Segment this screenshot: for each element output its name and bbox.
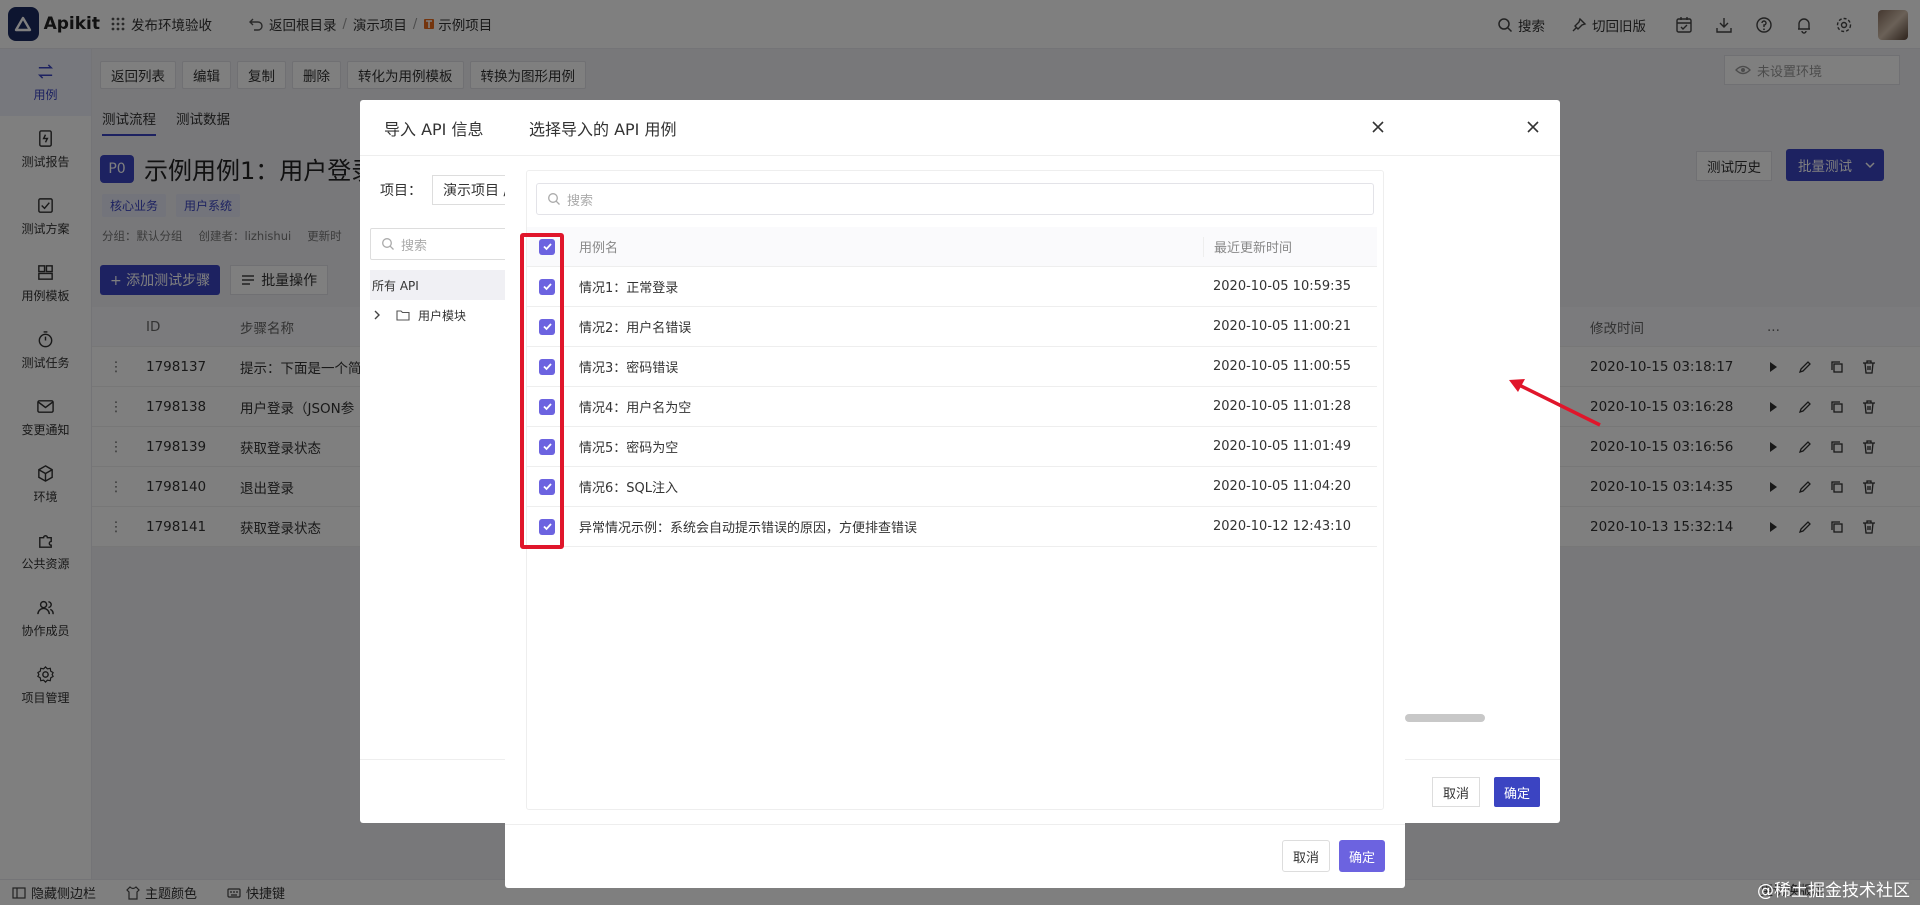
table-header: 用例名 最近更新时间: [527, 227, 1377, 267]
case-name: 情况6：SQL注入: [579, 481, 678, 496]
tree-item-user-module[interactable]: 用户模块: [370, 300, 520, 330]
col-case-name: 用例名: [579, 241, 619, 256]
case-update-time: 2020-10-05 11:00:55: [1213, 359, 1352, 374]
confirm-button[interactable]: 确定: [1493, 777, 1540, 807]
project-label: 项目：: [380, 183, 422, 199]
table-row[interactable]: 情况4：用户名为空 2020-10-05 11:01:28: [527, 387, 1377, 427]
dialog-body: 搜索 用例名 最近更新时间 情况1：正常登录 2020-10-05 10:59:3…: [526, 170, 1384, 810]
search-icon: [381, 237, 395, 251]
close-icon[interactable]: [1369, 118, 1387, 136]
case-update-time: 2020-10-05 10:59:35: [1213, 279, 1352, 294]
case-name: 情况1：正常登录: [579, 281, 679, 296]
watermark: @稀土掘金技术社区: [1757, 881, 1910, 901]
api-search-placeholder: 搜索: [401, 238, 428, 254]
case-update-time: 2020-10-12 12:43:10: [1213, 519, 1352, 534]
case-search-placeholder: 搜索: [567, 193, 594, 209]
close-icon[interactable]: [1524, 118, 1542, 136]
case-name: 情况2：用户名错误: [579, 321, 692, 336]
case-name: 情况4：用户名为空: [579, 401, 692, 416]
table-row[interactable]: 异常情况示例：系统会自动提示错误的原因，方便排查错误 2020-10-12 12:…: [527, 507, 1377, 547]
project-selector: 项目： 演示项目 /: [380, 175, 520, 205]
tree-item-label: 所有 API: [372, 278, 419, 293]
select-api-case-dialog: 选择导入的 API 用例 搜索 用例名 最近更新时间 情况1：正常登录 2020-…: [505, 100, 1405, 888]
cancel-button[interactable]: 取消: [1431, 777, 1480, 807]
horizontal-scrollbar[interactable]: [1405, 714, 1485, 722]
api-tree: 所有 API 用户模块: [370, 270, 520, 330]
tree-item-label: 用户模块: [418, 308, 467, 323]
case-update-time: 2020-10-05 11:04:20: [1213, 479, 1352, 494]
case-name: 情况5：密码为空: [579, 441, 679, 456]
case-search-input[interactable]: 搜索: [536, 183, 1374, 215]
chevron-right-icon: [372, 310, 382, 320]
table-row[interactable]: 情况1：正常登录 2020-10-05 10:59:35: [527, 267, 1377, 307]
search-icon: [547, 192, 561, 206]
table-row[interactable]: 情况3：密码错误 2020-10-05 11:00:55: [527, 347, 1377, 387]
case-name: 情况3：密码错误: [579, 361, 679, 376]
cancel-button[interactable]: 取消: [1281, 840, 1330, 872]
case-name: 异常情况示例：系统会自动提示错误的原因，方便排查错误: [579, 521, 918, 536]
case-update-time: 2020-10-05 11:00:21: [1213, 319, 1352, 334]
case-table: 用例名 最近更新时间 情况1：正常登录 2020-10-05 10:59:35 情况…: [527, 227, 1377, 547]
col-update-time: 最近更新时间: [1203, 236, 1363, 257]
case-update-time: 2020-10-05 11:01:49: [1213, 439, 1352, 454]
dialog-title: 选择导入的 API 用例: [505, 100, 1405, 156]
dialog-footer: 取消 确定: [505, 824, 1405, 888]
annotation-arrow: [1509, 379, 1601, 427]
checkbox-highlight-box: [520, 233, 564, 549]
confirm-button[interactable]: 确定: [1338, 840, 1385, 872]
folder-icon: [396, 308, 410, 322]
table-row[interactable]: 情况6：SQL注入 2020-10-05 11:04:20: [527, 467, 1377, 507]
case-update-time: 2020-10-05 11:01:28: [1213, 399, 1352, 414]
tree-item-all[interactable]: 所有 API: [370, 270, 520, 300]
table-row[interactable]: 情况2：用户名错误 2020-10-05 11:00:21: [527, 307, 1377, 347]
table-row[interactable]: 情况5：密码为空 2020-10-05 11:01:49: [527, 427, 1377, 467]
